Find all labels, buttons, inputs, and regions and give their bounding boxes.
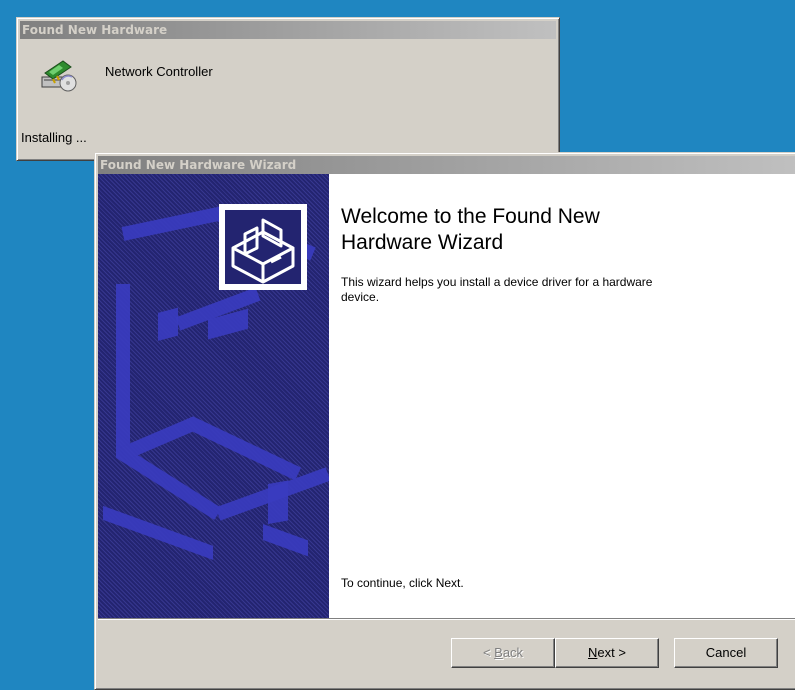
- continue-instruction: To continue, click Next.: [341, 576, 464, 590]
- next-button[interactable]: Next >: [555, 638, 659, 668]
- wizard-titlebar[interactable]: Found New Hardware Wizard: [98, 156, 795, 174]
- found-new-hardware-wizard-window: Found New Hardware Wizard Welcome to the…: [94, 152, 795, 690]
- found-new-hardware-titlebar[interactable]: Found New Hardware: [20, 21, 556, 39]
- device-name: Network Controller: [105, 64, 213, 79]
- back-button[interactable]: < Back: [451, 638, 555, 668]
- found-new-hardware-window: Found New Hardware Network Controller In…: [16, 17, 560, 161]
- button-separator: [98, 618, 795, 620]
- next-hotkey: N: [588, 645, 598, 660]
- cancel-button[interactable]: Cancel: [674, 638, 778, 668]
- hardware-card-cd-icon: [41, 60, 77, 92]
- next-rest: ext >: [597, 645, 626, 660]
- hardware-box-icon: [219, 204, 307, 290]
- back-prefix: <: [482, 645, 495, 660]
- wizard-description: This wizard helps you install a device d…: [341, 275, 653, 304]
- wizard-heading: Welcome to the Found New Hardware Wizard: [341, 205, 600, 254]
- wizard-content: Welcome to the Found New Hardware Wizard…: [329, 174, 795, 618]
- install-status: Installing ...: [21, 130, 87, 145]
- back-hotkey: B: [494, 645, 503, 660]
- back-rest: ack: [502, 645, 524, 660]
